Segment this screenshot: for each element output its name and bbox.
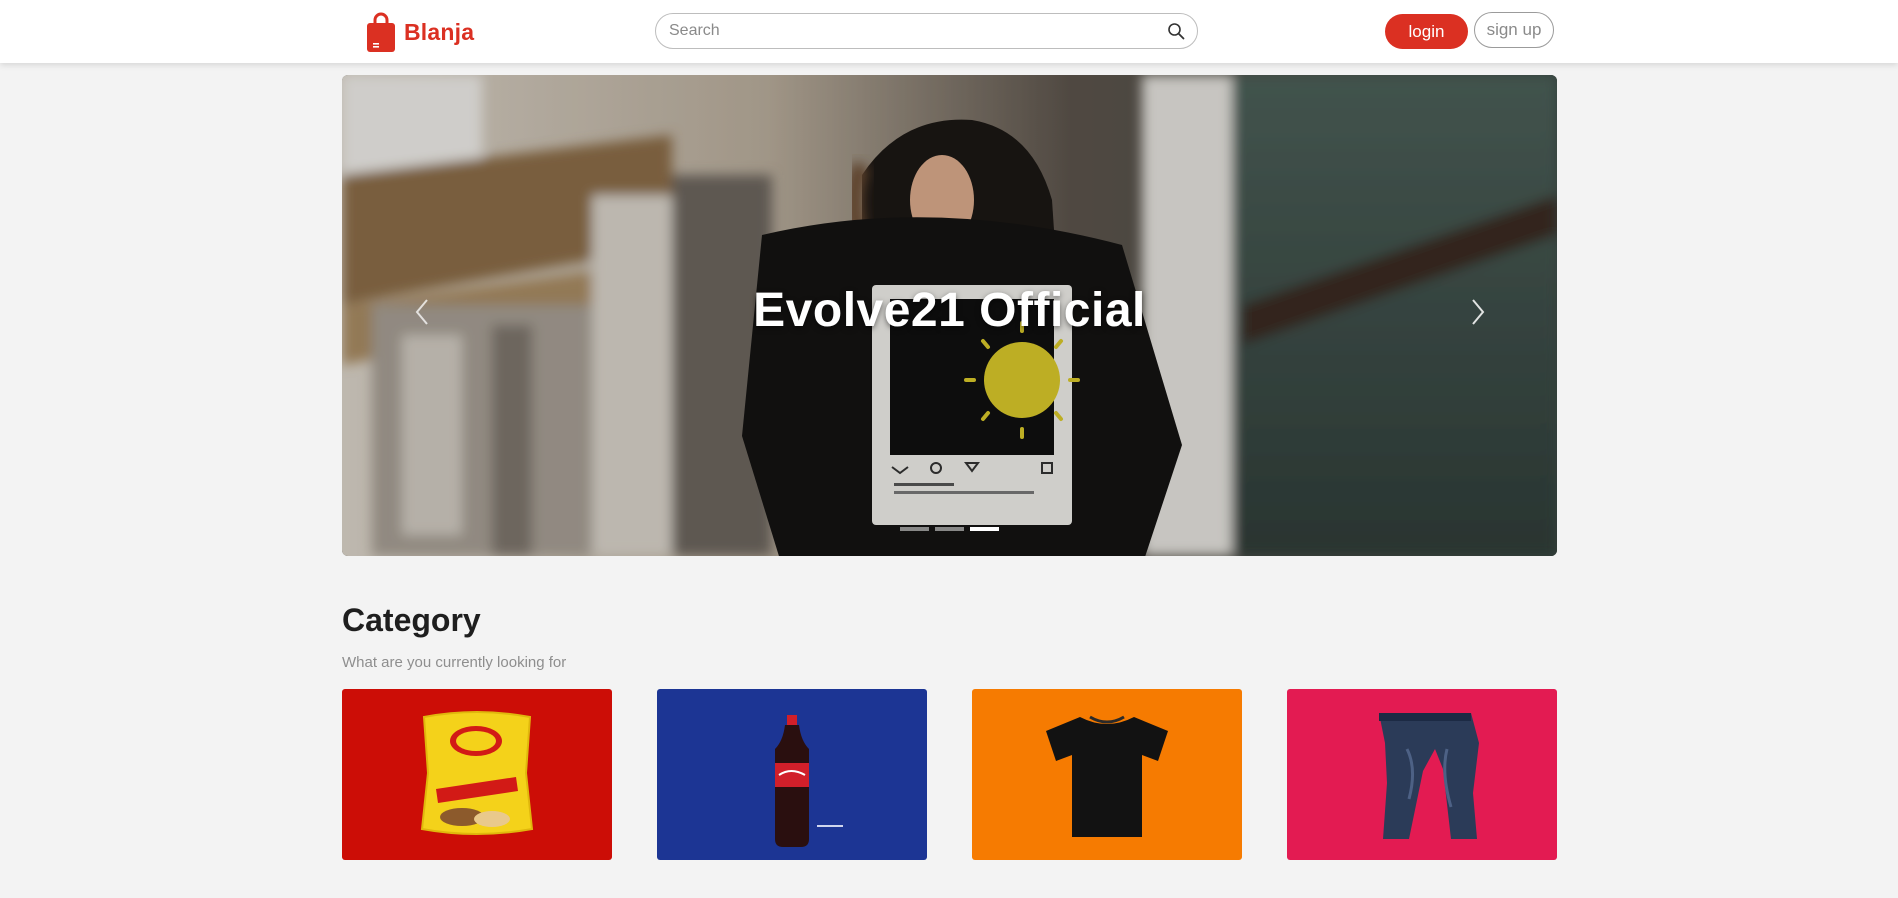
carousel-next-button[interactable]	[1458, 287, 1498, 337]
chevron-left-icon	[415, 299, 428, 325]
search-input[interactable]	[669, 14, 1149, 48]
category-card-tshirt[interactable]	[972, 689, 1242, 860]
chips-bag-image	[342, 689, 612, 860]
shopping-bag-icon	[367, 12, 395, 52]
hero-caption: Evolve21 Official	[753, 284, 1146, 337]
carousel-indicator-2[interactable]	[935, 527, 964, 531]
brand-logo[interactable]: Blanja	[366, 10, 474, 54]
carousel-indicator-1[interactable]	[900, 527, 929, 531]
login-button[interactable]: login	[1385, 14, 1468, 49]
category-card-jeans[interactable]	[1287, 689, 1557, 860]
signup-button[interactable]: sign up	[1474, 12, 1554, 48]
carousel-indicators	[342, 527, 1557, 531]
search-box	[655, 13, 1198, 49]
category-title: Category	[342, 602, 481, 638]
carousel-indicator-3[interactable]	[970, 527, 999, 531]
jeans-image	[1287, 689, 1557, 860]
hero-carousel: Evolve21 Official	[342, 75, 1557, 556]
chevron-right-icon	[1472, 299, 1485, 325]
category-card-drinks[interactable]	[657, 689, 927, 860]
carousel-prev-button[interactable]	[402, 287, 442, 337]
tshirt-image	[972, 689, 1242, 860]
soda-bottle-image	[657, 689, 927, 860]
navbar: Blanja login sign up	[0, 0, 1898, 63]
brand-name: Blanja	[404, 18, 475, 45]
search-icon[interactable]	[1167, 22, 1185, 40]
category-card-snacks[interactable]	[342, 689, 612, 860]
category-subtitle: What are you currently looking for	[342, 654, 567, 671]
